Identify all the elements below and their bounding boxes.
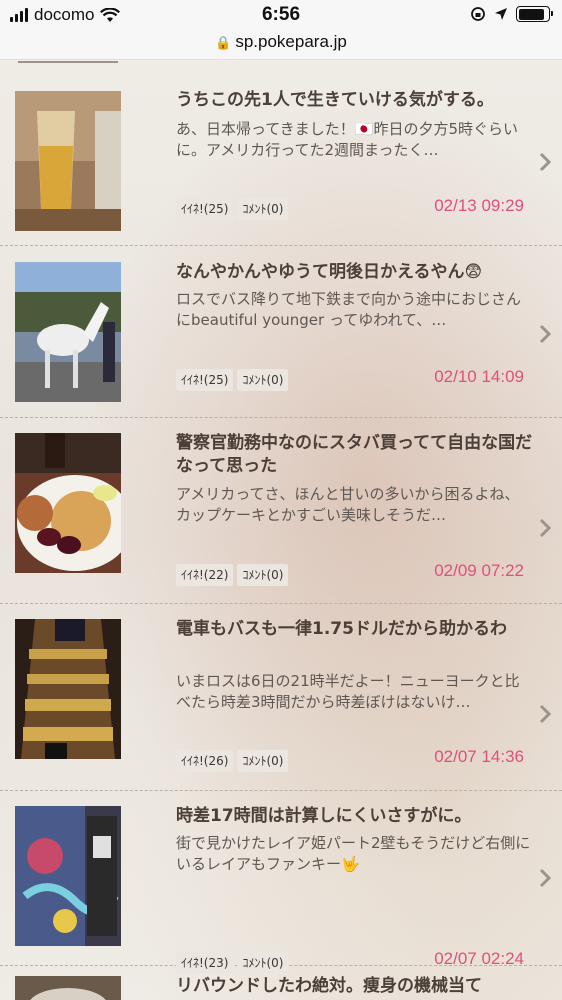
chevron-right-icon bbox=[539, 868, 552, 888]
comment-count[interactable]: ｺﾒﾝﾄ(0) bbox=[237, 369, 289, 391]
post-title[interactable]: うちこの先1人で生きていける気がする。 bbox=[176, 89, 536, 112]
comment-count[interactable]: ｺﾒﾝﾄ(0) bbox=[237, 198, 289, 220]
post-tags: ｲｲﾈ!(26) ｺﾒﾝﾄ(0) bbox=[176, 750, 289, 772]
post-item[interactable]: 時差17時間は計算しにくいさすがに。 街で見かけたレイア姫パート2壁もそうだけど… bbox=[0, 791, 562, 974]
status-right-group bbox=[470, 6, 553, 22]
escalator-photo bbox=[15, 619, 121, 759]
post-item[interactable]: なんやかんやゆうて明後日かえるやん😨 ロスでバス降りて地下鉄まで向かう途中におじ… bbox=[0, 246, 562, 418]
post-photo bbox=[15, 976, 121, 1000]
post-title[interactable]: リバウンドしたわ絶対。痩身の機械当て bbox=[176, 975, 536, 998]
waffle-plate-photo bbox=[15, 433, 121, 573]
post-date: 02/10 14:09 bbox=[434, 367, 524, 386]
post-date: 02/09 07:22 bbox=[434, 561, 524, 580]
post-tags: ｲｲﾈ!(25) ｺﾒﾝﾄ(0) bbox=[176, 369, 289, 391]
like-count[interactable]: ｲｲﾈ!(26) bbox=[176, 750, 234, 772]
beer-glass-photo bbox=[15, 91, 121, 231]
graffiti-wall-photo bbox=[15, 806, 121, 946]
orientation-lock-icon bbox=[471, 7, 485, 21]
chevron-right-icon bbox=[539, 704, 552, 724]
post-excerpt: ロスでバス降りて地下鉄まで向かう途中におじさんにbeautiful younge… bbox=[176, 290, 522, 329]
chevron-right-icon bbox=[539, 324, 552, 344]
location-icon bbox=[495, 8, 507, 20]
url-bar[interactable]: 🔒 sp.pokepara.jp bbox=[0, 30, 562, 60]
post-date: 02/07 14:36 bbox=[434, 747, 524, 766]
like-count[interactable]: ｲｲﾈ!(25) bbox=[176, 369, 234, 391]
post-title[interactable]: 警察官勤務中なのにスタバ買ってて自由な国だなって思った bbox=[176, 432, 536, 478]
post-tags: ｲｲﾈ!(22) ｺﾒﾝﾄ(0) bbox=[176, 564, 289, 586]
lock-icon: 🔒 bbox=[215, 35, 232, 50]
post-item[interactable]: リバウンドしたわ絶対。痩身の機械当て bbox=[0, 966, 562, 1000]
comment-count[interactable]: ｺﾒﾝﾄ(0) bbox=[237, 750, 289, 772]
status-bar: docomo 6:56 bbox=[0, 0, 562, 30]
url-domain: sp.pokepara.jp bbox=[235, 32, 347, 51]
battery-icon bbox=[516, 6, 553, 22]
post-excerpt: アメリカってさ、ほんと甘いの多いから困るよね、カップケーキとかすごい美味しそうだ… bbox=[176, 485, 520, 524]
post-title[interactable]: 時差17時間は計算しにくいさすがに。 bbox=[176, 805, 536, 828]
comment-count[interactable]: ｺﾒﾝﾄ(0) bbox=[237, 564, 289, 586]
like-count[interactable]: ｲｲﾈ!(22) bbox=[176, 564, 234, 586]
post-title[interactable]: 電車もバスも一律1.75ドルだから助かるわ bbox=[176, 618, 536, 641]
post-excerpt: いまロスは6日の21時半だよー！ニューヨークと比べたら時差3時間だから時差ぼけは… bbox=[176, 672, 520, 711]
post-tags: ｲｲﾈ!(25) ｺﾒﾝﾄ(0) bbox=[176, 198, 289, 220]
chevron-right-icon bbox=[539, 518, 552, 538]
like-count[interactable]: ｲｲﾈ!(25) bbox=[176, 198, 234, 220]
blog-post-list: うちこの先1人で生きていける気がする。 あ、日本帰ってきました！🇯🇵昨日の夕方5… bbox=[0, 61, 562, 1000]
post-title[interactable]: なんやかんやゆうて明後日かえるやん😨 bbox=[176, 261, 536, 284]
post-item[interactable]: 電車もバスも一律1.75ドルだから助かるわ いまロスは6日の21時半だよー！ニュ… bbox=[0, 604, 562, 791]
post-excerpt: あ、日本帰ってきました！🇯🇵昨日の夕方5時ぐらいに。アメリカ行ってた2週間まった… bbox=[176, 120, 519, 159]
post-item[interactable]: うちこの先1人で生きていける気がする。 あ、日本帰ってきました！🇯🇵昨日の夕方5… bbox=[0, 61, 562, 246]
post-date: 02/13 09:29 bbox=[434, 196, 524, 215]
white-horse-photo bbox=[15, 262, 121, 402]
post-item[interactable]: 警察官勤務中なのにスタバ買ってて自由な国だなって思った アメリカってさ、ほんと甘… bbox=[0, 418, 562, 604]
chevron-right-icon bbox=[539, 152, 552, 172]
post-excerpt: 街で見かけたレイア姫パート2壁もそうだけど右側にいるレイアもファンキー🤟 bbox=[176, 834, 531, 873]
